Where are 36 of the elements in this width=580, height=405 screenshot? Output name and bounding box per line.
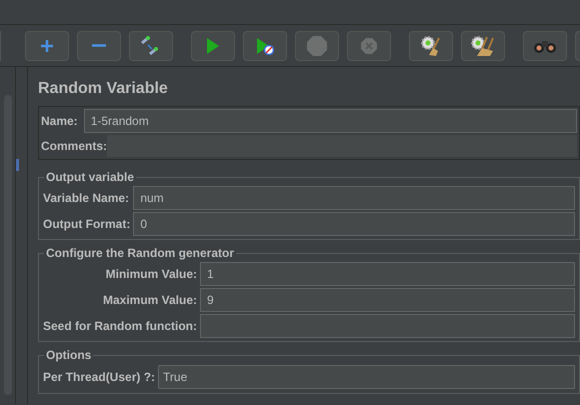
play-no-timers-button[interactable]: [243, 30, 287, 60]
section-title: Output variable: [45, 169, 136, 186]
field-label: Name:: [41, 113, 79, 130]
section-title: Options: [45, 347, 92, 364]
field-label: Per Thread(User) ?:: [43, 369, 156, 386]
panel-title: Random Variable: [38, 79, 169, 99]
field-label: Variable Name:: [43, 190, 130, 207]
gear-broom-button[interactable]: [409, 30, 453, 60]
gear-brooms-button[interactable]: [461, 30, 505, 60]
play-icon: [206, 36, 220, 54]
section-title: Configure the Random generator: [45, 245, 236, 262]
play-no-timers-icon: [256, 36, 274, 54]
remove-button[interactable]: [77, 30, 121, 60]
text-field[interactable]: 0: [133, 212, 575, 236]
field-label: Seed for Random function:: [43, 318, 198, 335]
field-label: Minimum Value:: [104, 266, 198, 283]
name-field[interactable]: 1-5random: [84, 109, 577, 133]
field-label: Comments:: [41, 138, 108, 155]
selection-marker: [16, 159, 19, 171]
remove-icon: [92, 44, 106, 47]
text-field[interactable]: [200, 314, 575, 338]
octagon-x-icon: [360, 36, 378, 54]
field-label: Maximum Value:: [102, 292, 198, 309]
stop-sign-icon: [306, 34, 328, 56]
play-button[interactable]: [191, 30, 235, 60]
binoculars-button[interactable]: [523, 30, 567, 60]
gear-broom-icon: [420, 34, 442, 56]
add-icon: [39, 38, 55, 54]
add-button[interactable]: [25, 30, 69, 60]
text-field[interactable]: 9: [200, 288, 575, 312]
text-field[interactable]: 1: [200, 262, 575, 286]
gear-brooms-icon: [471, 34, 495, 56]
text-field[interactable]: num: [133, 186, 575, 210]
field-label: Output Format:: [43, 216, 132, 233]
pipettes-button[interactable]: [129, 30, 173, 60]
per-thread-dropdown[interactable]: True: [158, 365, 575, 389]
